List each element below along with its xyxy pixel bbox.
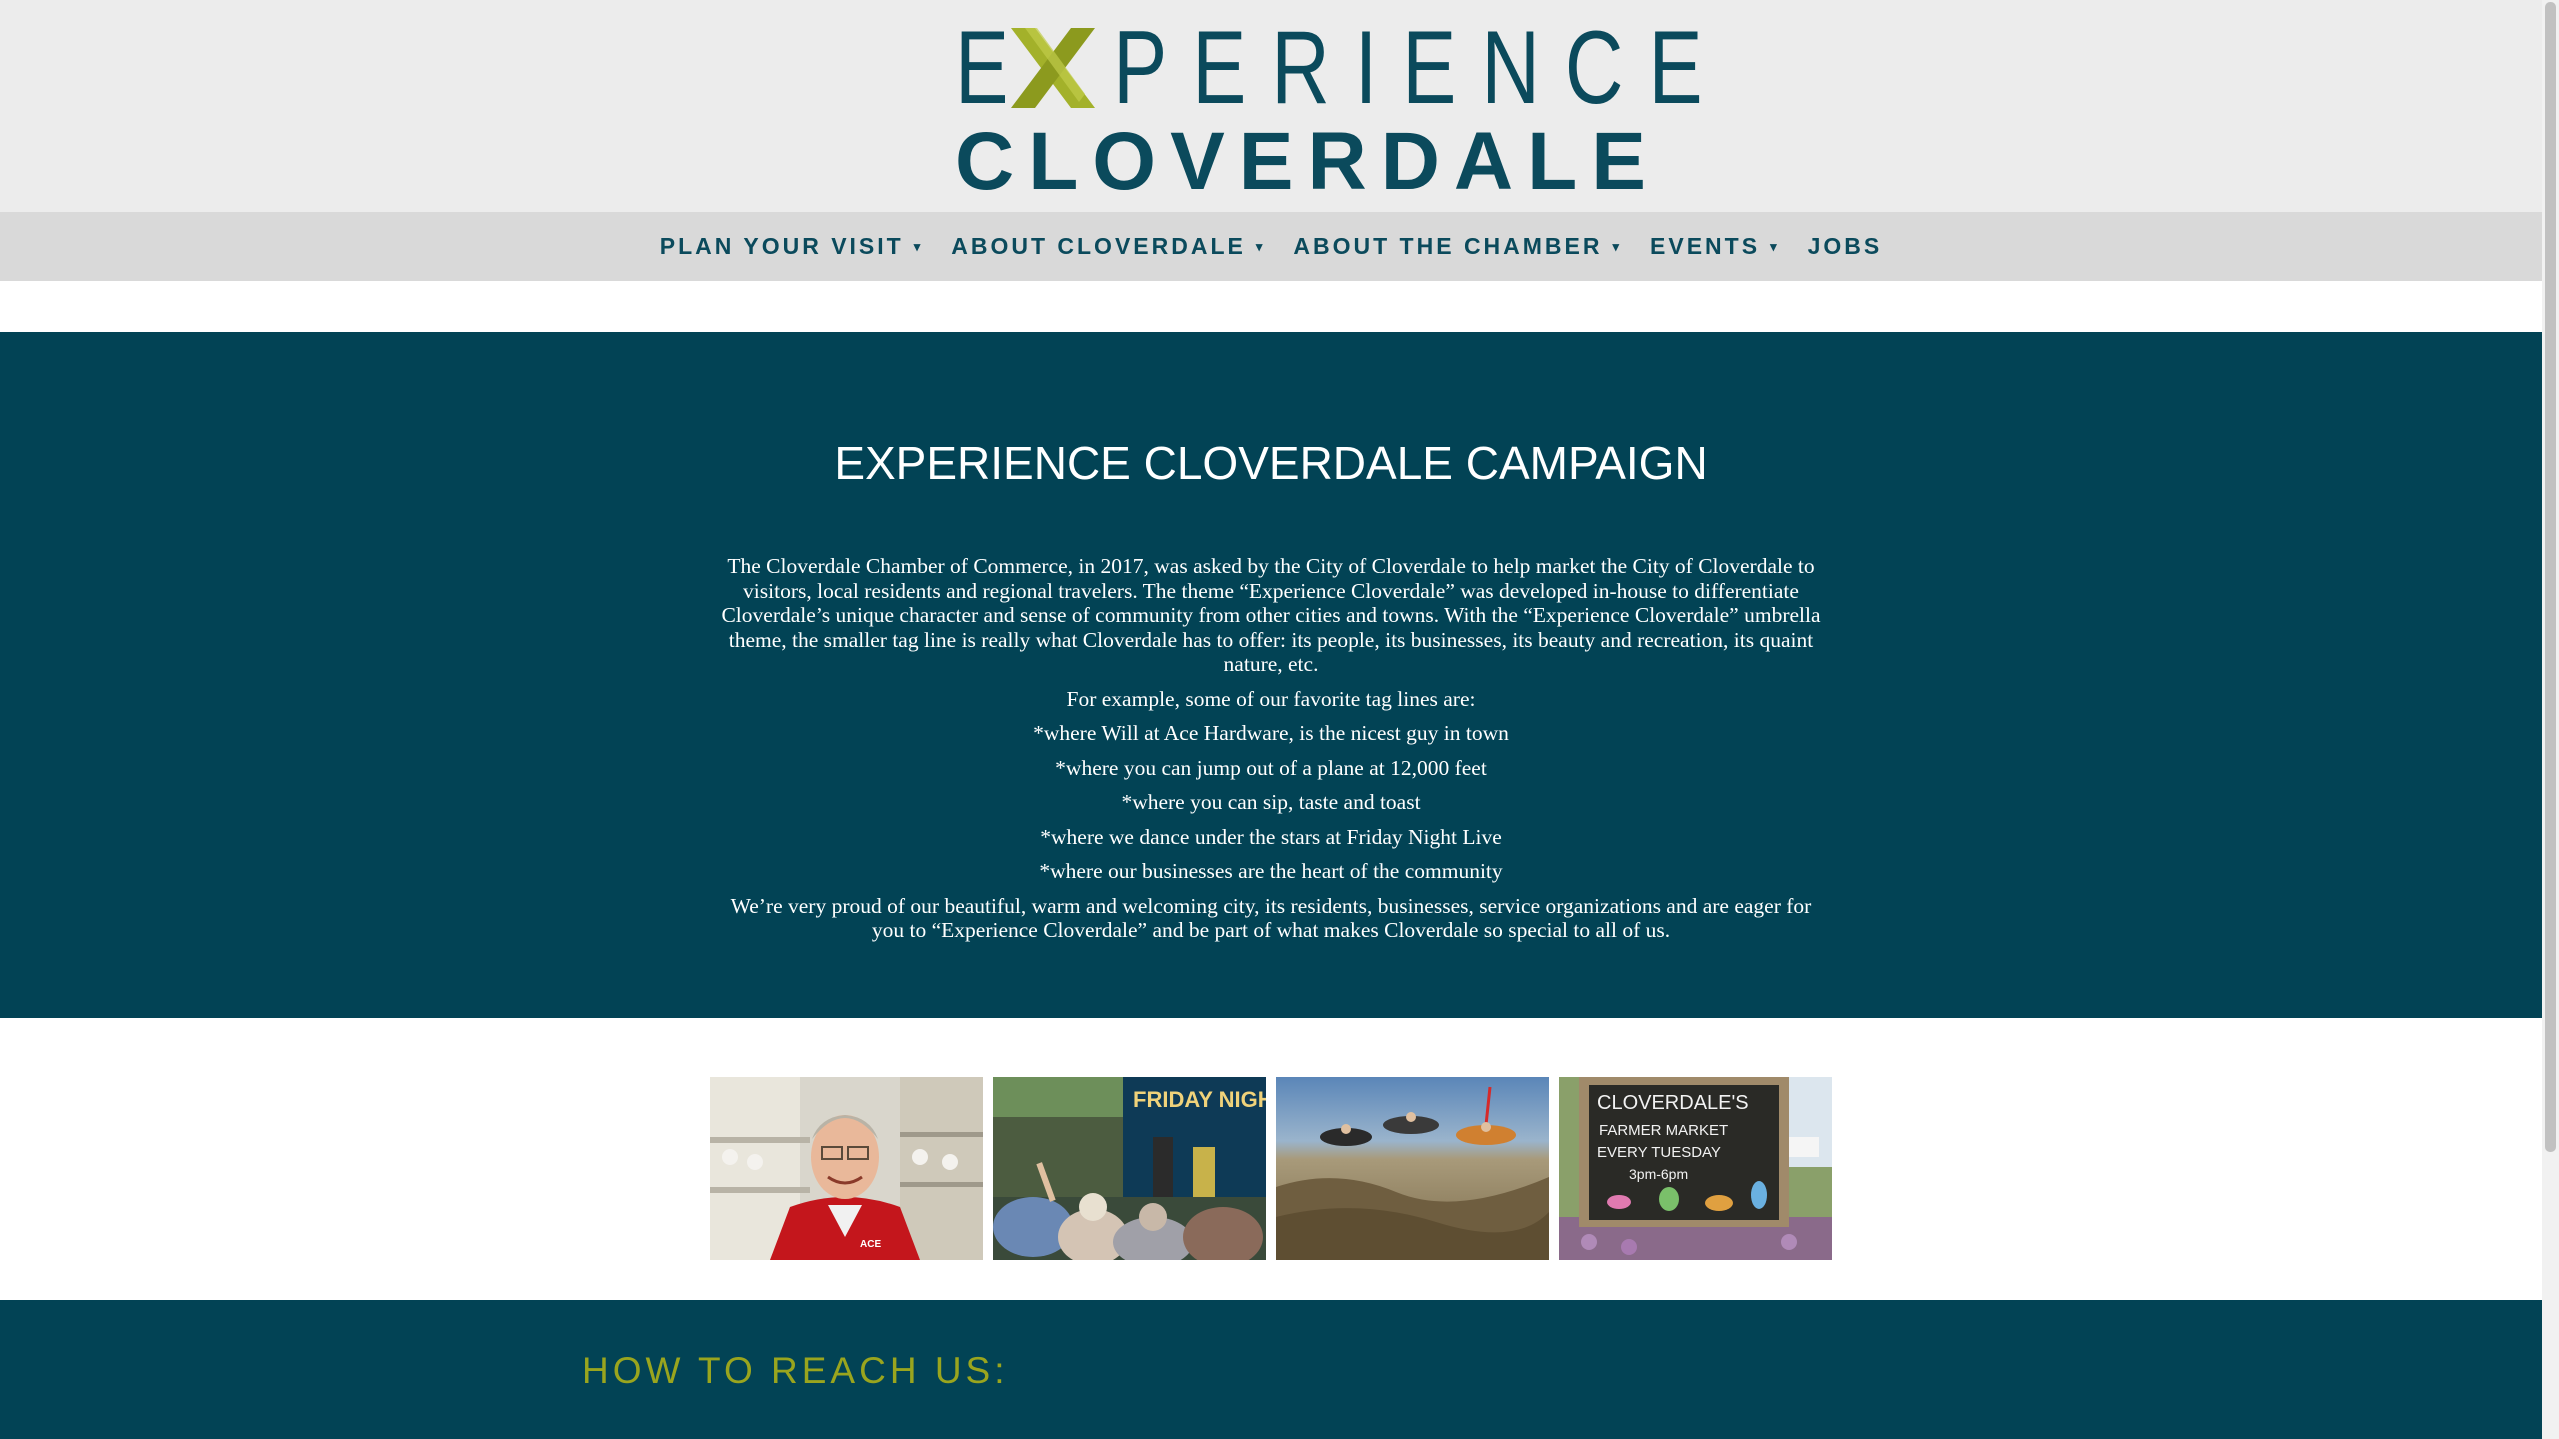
campaign-body: The Cloverdale Chamber of Commerce, in 2… xyxy=(720,554,1822,953)
campaign-section: EXPERIENCE CLOVERDALE CAMPAIGN The Clove… xyxy=(0,332,2542,1018)
site-logo[interactable]: EXPERIENCE CLOVERDALE xyxy=(955,16,1703,203)
photo-gallery: ACE FRIDAY NIGHT xyxy=(710,1077,1832,1260)
site-header: EXPERIENCE CLOVERDALE xyxy=(0,0,2542,212)
market-sign-line-1: CLOVERDALE'S xyxy=(1597,1092,1749,1114)
how-to-reach-us-heading: HOW TO REACH US: xyxy=(582,1350,1009,1391)
tagline-item: *where you can jump out of a plane at 12… xyxy=(1055,755,1487,780)
vertical-scrollbar[interactable] xyxy=(2542,0,2559,1439)
dropdown-caret-icon: ▾ xyxy=(1255,239,1266,254)
scrollbar-thumb[interactable] xyxy=(2545,2,2556,1152)
photo-ace-hardware[interactable]: ACE xyxy=(710,1077,983,1260)
contact-section: HOW TO REACH US: xyxy=(0,1300,2542,1439)
campaign-paragraph: For example, some of our favorite tag li… xyxy=(1066,686,1476,711)
campaign-intro-paragraph: The Cloverdale Chamber of Commerce, in 2… xyxy=(721,554,1821,676)
nav-label: ABOUT THE CHAMBER xyxy=(1293,233,1603,259)
nav-label: PLAN YOUR VISIT xyxy=(659,233,904,259)
ace-logo-text: ACE xyxy=(860,1239,881,1250)
campaign-closing-paragraph: We’re very proud of our beautiful, warm … xyxy=(730,893,1812,943)
tagline-item: *where Will at Ace Hardware, is the nice… xyxy=(1033,721,1509,745)
nav-about-the-chamber[interactable]: ABOUT THE CHAMBER ▾ xyxy=(1279,212,1636,281)
photo-farmers-market[interactable]: CLOVERDALE'S FARMER MARKET EVERY TUESDAY… xyxy=(1559,1077,1832,1260)
nav-about-cloverdale[interactable]: ABOUT CLOVERDALE ▾ xyxy=(937,212,1279,281)
page: EXPERIENCE CLOVERDALE PLAN YOUR VISIT ▾ … xyxy=(0,0,2542,1439)
nav-plan-your-visit[interactable]: PLAN YOUR VISIT ▾ xyxy=(646,212,937,281)
tagline-item: *where we dance under the stars at Frida… xyxy=(1040,824,1502,849)
main-nav: PLAN YOUR VISIT ▾ ABOUT CLOVERDALE ▾ ABO… xyxy=(0,212,2542,281)
market-sign-line-2: FARMER MARKET xyxy=(1599,1122,1728,1139)
tagline-item: *where you can sip, taste and toast xyxy=(1121,790,1421,814)
friday-night-banner-text: FRIDAY NIGHT xyxy=(1133,1087,1266,1112)
nav-label: EVENTS xyxy=(1650,233,1761,259)
dropdown-caret-icon: ▾ xyxy=(913,239,924,254)
campaign-title: EXPERIENCE CLOVERDALE CAMPAIGN xyxy=(834,437,1708,489)
photo-skydiving[interactable] xyxy=(1276,1077,1549,1260)
photo-friday-night-live[interactable]: FRIDAY NIGHT xyxy=(993,1077,1266,1260)
nav-label: ABOUT CLOVERDALE xyxy=(951,233,1246,259)
nav-events[interactable]: EVENTS ▾ xyxy=(1636,212,1794,281)
nav-jobs[interactable]: JOBS xyxy=(1794,212,1897,281)
dropdown-caret-icon: ▾ xyxy=(1770,239,1780,254)
market-sign-line-4: 3pm-6pm xyxy=(1629,1166,1688,1182)
dropdown-caret-icon: ▾ xyxy=(1612,239,1623,254)
market-sign-line-3: EVERY TUESDAY xyxy=(1597,1144,1721,1161)
nav-label: JOBS xyxy=(1807,233,1883,259)
logo-word-cloverdale: CLOVERDALE xyxy=(955,116,1660,207)
tagline-item: *where our businesses are the heart of t… xyxy=(1039,859,1503,883)
logo-x-mark xyxy=(1005,24,1101,112)
